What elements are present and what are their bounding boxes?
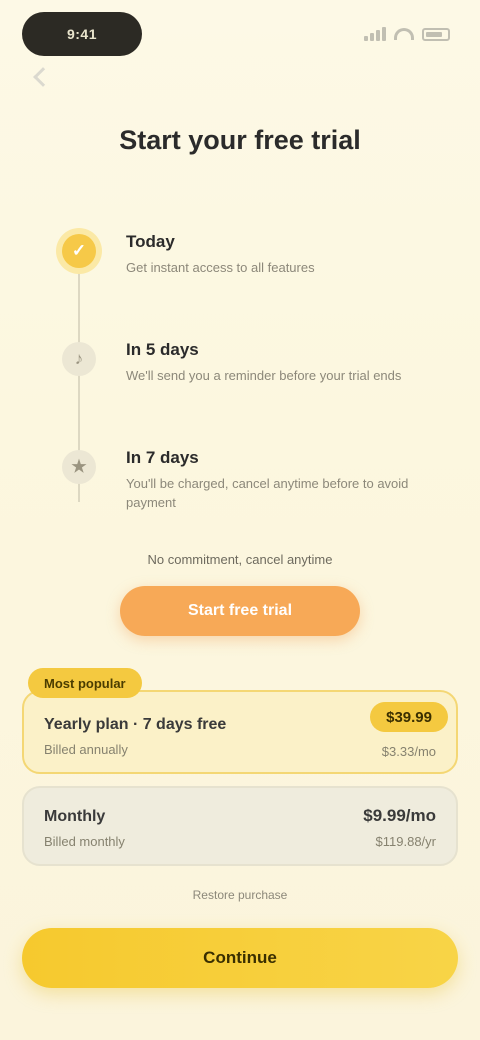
back-chevron-icon[interactable]	[33, 67, 53, 87]
step-description: We'll send you a reminder before your tr…	[126, 368, 402, 383]
bell-icon: ♪	[62, 342, 96, 376]
lock-icon: ✓	[62, 234, 96, 268]
plan-name: Monthly	[44, 808, 106, 825]
plan-card-yearly[interactable]: Yearly plan · 7 days free Billed annuall…	[22, 690, 458, 774]
step-description: Get instant access to all features	[126, 260, 315, 275]
plan-price: $9.99/mo	[363, 806, 436, 825]
most-popular-badge: Most popular	[28, 668, 142, 698]
status-time: 9:41	[66, 26, 98, 42]
status-icons	[364, 24, 450, 44]
restore-purchase-link[interactable]: Restore purchase	[0, 888, 480, 902]
plan-name: Yearly plan · 7 days free	[44, 716, 227, 733]
plan-price-subtitle: $119.88/yr	[375, 834, 436, 849]
step-description: You'll be charged, cancel anytime before…	[126, 476, 409, 510]
page-title: Start your free trial	[119, 125, 361, 155]
status-time-pill: 9:41	[22, 12, 142, 56]
plan-subtitle: Billed annually	[44, 742, 128, 757]
step-title: Today	[126, 232, 175, 251]
star-icon: ★	[62, 450, 96, 484]
continue-button[interactable]: Continue	[22, 928, 458, 988]
plan-price-subtitle: $3.33/mo	[381, 744, 436, 759]
plan-subtitle: Billed monthly	[44, 834, 125, 849]
signal-icon	[364, 27, 386, 41]
step-title: In 5 days	[126, 340, 199, 359]
battery-icon	[422, 27, 450, 41]
no-commitment-note: No commitment, cancel anytime	[147, 552, 333, 567]
wifi-icon	[394, 28, 414, 40]
start-trial-button[interactable]: Start free trial	[120, 586, 360, 636]
plan-card-monthly[interactable]: Monthly Billed monthly $9.99/mo $119.88/…	[22, 786, 458, 866]
step-title: In 7 days	[126, 448, 199, 467]
plan-price: $39.99	[370, 702, 448, 732]
status-bar: 9:41	[0, 8, 480, 56]
